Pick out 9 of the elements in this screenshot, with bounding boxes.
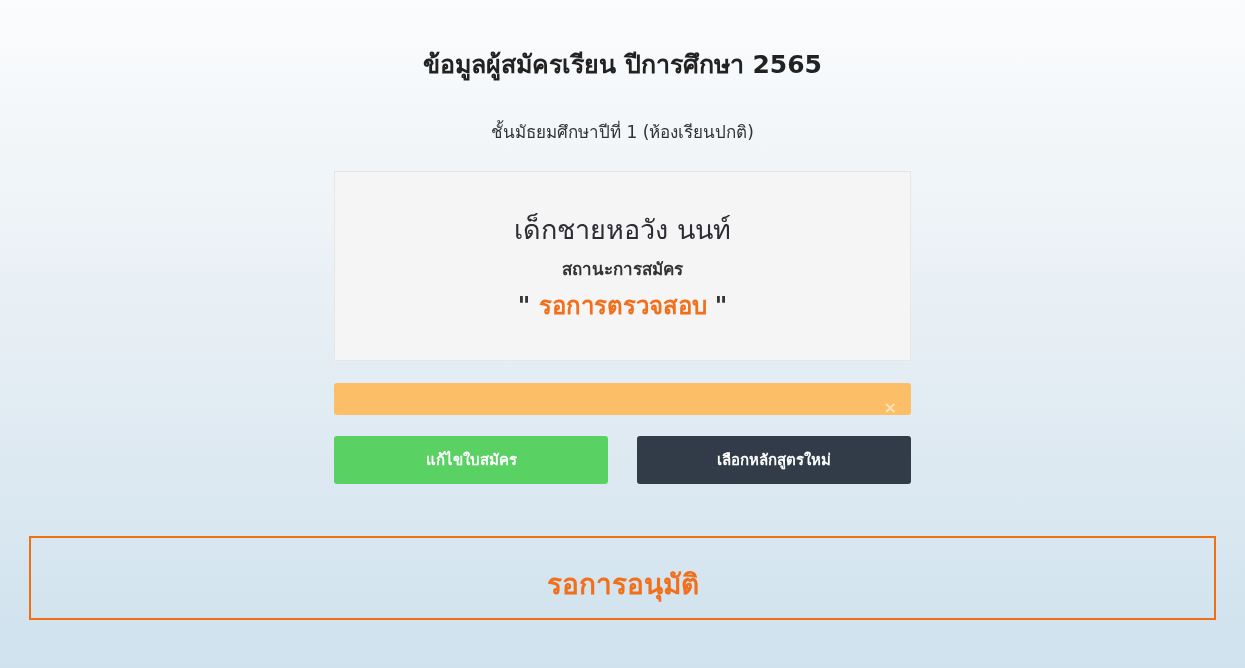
close-icon[interactable]: × <box>883 401 897 415</box>
applicant-name: เด็กชายหอวัง นนท์ <box>514 212 731 247</box>
choose-course-button[interactable]: เลือกหลักสูตรใหม่ <box>637 436 911 484</box>
edit-button[interactable]: แก้ไขใบสมัคร <box>334 436 608 484</box>
status-value: " รอการตรวจสอบ " <box>517 290 728 322</box>
status-label: สถานะการสมัคร <box>562 257 683 281</box>
class-subtitle: ชั้นมัธยมศึกษาปีที่ 1 (ห้องเรียนปกติ) <box>491 119 754 144</box>
approval-status: รอการอนุมัติ <box>546 567 699 604</box>
page-title: ข้อมูลผู้สมัครเรียน ปีการศึกษา 2565 <box>423 49 822 83</box>
